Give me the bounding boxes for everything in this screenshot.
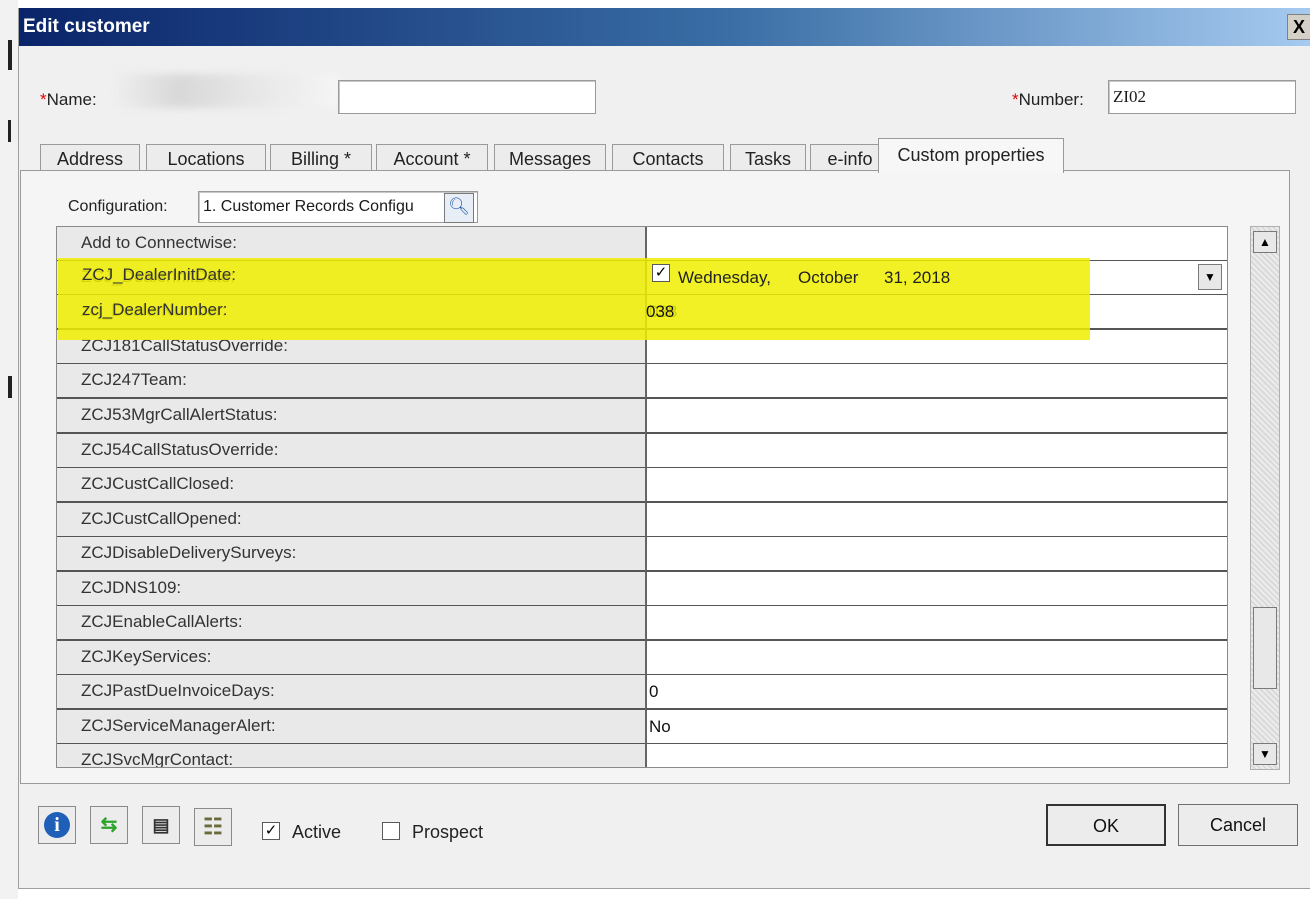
info-icon[interactable]: i — [38, 806, 76, 844]
property-key: ZCJKeyServices: — [57, 641, 645, 676]
property-row: ZCJCustCallOpened: — [57, 503, 1227, 538]
property-value[interactable] — [645, 572, 1227, 607]
configuration-value: 1. Customer Records Configu — [203, 198, 414, 215]
document-icon[interactable]: ▤ — [142, 806, 180, 844]
property-value[interactable] — [645, 537, 1227, 572]
tab-messages[interactable]: Messages — [494, 144, 606, 172]
property-value[interactable] — [645, 503, 1227, 538]
grid-scrollbar[interactable]: ▲ ▼ — [1250, 226, 1280, 770]
property-key: ZCJ53MgrCallAlertStatus: — [57, 399, 645, 434]
property-row: ZCJSvcMgrContact: — [57, 744, 1227, 767]
configuration-label: Configuration: — [68, 198, 168, 215]
dropdown-arrow-icon[interactable]: ▼ — [1198, 264, 1222, 290]
tab-billing[interactable]: Billing * — [270, 144, 372, 172]
property-value[interactable] — [645, 468, 1227, 503]
property-row: ZCJServiceManagerAlert: No — [57, 710, 1227, 745]
property-key: Add to Connectwise: — [57, 227, 645, 262]
scroll-down-icon[interactable]: ▼ — [1253, 743, 1277, 765]
property-value[interactable] — [645, 744, 1227, 767]
property-value[interactable] — [645, 606, 1227, 641]
notes-icon[interactable]: ☷ — [194, 808, 232, 846]
property-value[interactable] — [645, 227, 1227, 262]
date-day: Wednesday, — [678, 268, 771, 287]
property-value[interactable]: No — [645, 710, 1227, 745]
property-row: ZCJDNS109: — [57, 572, 1227, 607]
close-icon[interactable]: X — [1287, 14, 1310, 40]
property-key: ZCJCustCallOpened: — [57, 503, 645, 538]
property-key: ZCJEnableCallAlerts: — [57, 606, 645, 641]
property-row: ZCJDisableDeliverySurveys: — [57, 537, 1227, 572]
search-icon[interactable]: 🔍︎ — [444, 193, 474, 223]
prospect-checkbox[interactable] — [382, 822, 400, 840]
property-row: Add to Connectwise: — [57, 227, 1227, 262]
property-row: ZCJ53MgrCallAlertStatus: — [57, 399, 1227, 434]
property-row: ZCJKeyServices: — [57, 641, 1227, 676]
property-key: ZCJServiceManagerAlert: — [57, 710, 645, 745]
property-row: ZCJCustCallClosed: — [57, 468, 1227, 503]
property-key: ZCJDisableDeliverySurveys: — [57, 537, 645, 572]
transfer-icon[interactable]: ⇆ — [90, 806, 128, 844]
redacted-name-value — [110, 74, 340, 108]
property-key: ZCJPastDueInvoiceDays: — [57, 675, 645, 710]
number-label: *Number: — [1012, 90, 1084, 110]
property-row: ZCJ54CallStatusOverride: — [57, 434, 1227, 469]
property-key: ZCJDNS109: — [57, 572, 645, 607]
property-row: ZCJEnableCallAlerts: — [57, 606, 1227, 641]
property-value[interactable] — [645, 399, 1227, 434]
property-key: ZCJCustCallClosed: — [57, 468, 645, 503]
edge-mark — [8, 40, 12, 70]
date-enabled-checkbox[interactable]: ✓ — [652, 264, 670, 282]
property-row: ZCJ247Team: — [57, 364, 1227, 399]
name-label: *Name: — [40, 90, 97, 110]
dealer-init-date-key: ZCJ_DealerInitDate: — [82, 265, 237, 284]
property-key: ZCJSvcMgrContact: — [57, 744, 645, 767]
date-month: October — [798, 268, 859, 287]
tab-contacts[interactable]: Contacts — [612, 144, 724, 172]
property-value[interactable] — [645, 434, 1227, 469]
property-value[interactable] — [645, 641, 1227, 676]
property-value[interactable]: 0 — [645, 675, 1227, 710]
scroll-thumb[interactable] — [1253, 607, 1277, 689]
number-field[interactable]: ZI02 — [1108, 80, 1296, 114]
edge-mark — [8, 120, 11, 142]
configuration-field[interactable]: 1. Customer Records Configu — [198, 191, 478, 223]
prospect-label: Prospect — [412, 822, 484, 842]
edge-mark — [8, 376, 12, 398]
dealer-number-key: zcj_DealerNumber: — [82, 300, 228, 319]
tab-locations[interactable]: Locations — [146, 144, 266, 172]
title-bar: Edit customer X — [19, 8, 1310, 46]
tab-account[interactable]: Account * — [376, 144, 488, 172]
dealer-number-value[interactable]: 038 — [646, 302, 674, 322]
background-window-edge — [0, 0, 18, 899]
name-field[interactable] — [338, 80, 596, 114]
required-mark: * — [1012, 90, 1019, 109]
tab-address[interactable]: Address — [40, 144, 140, 172]
number-label-text: Number: — [1018, 90, 1084, 109]
active-label: Active — [292, 822, 342, 842]
property-key: ZCJ54CallStatusOverride: — [57, 434, 645, 469]
ok-button[interactable]: OK — [1046, 804, 1166, 846]
required-mark: * — [40, 90, 47, 109]
scroll-up-icon[interactable]: ▲ — [1253, 231, 1277, 253]
property-key: ZCJ247Team: — [57, 364, 645, 399]
property-value[interactable] — [645, 364, 1227, 399]
date-date: 31, 2018 — [884, 268, 951, 287]
property-row: ZCJPastDueInvoiceDays: 0 — [57, 675, 1227, 710]
window-title: Edit customer — [23, 16, 150, 37]
tab-custom-properties[interactable]: Custom properties — [878, 138, 1064, 173]
name-label-text: Name: — [46, 90, 97, 109]
cancel-button[interactable]: Cancel — [1178, 804, 1298, 846]
active-checkbox[interactable]: ✓ — [262, 822, 280, 840]
tab-tasks[interactable]: Tasks — [730, 144, 806, 172]
